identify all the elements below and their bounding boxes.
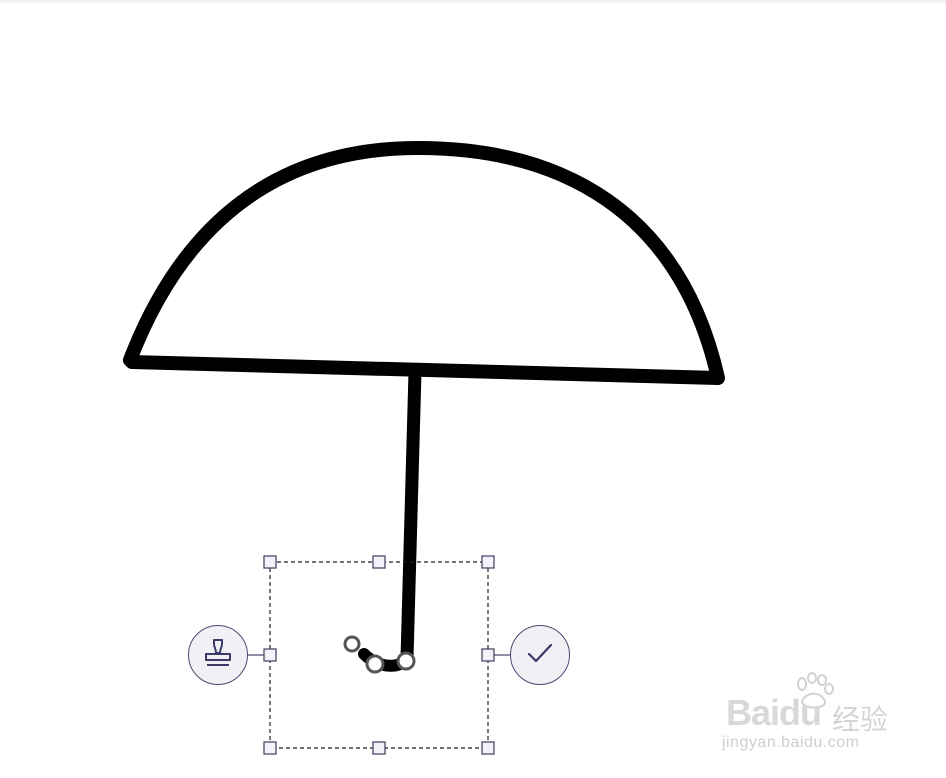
stamp-button[interactable] — [188, 625, 248, 685]
resize-handle-left[interactable] — [263, 648, 277, 662]
resize-handle-bottom-left[interactable] — [263, 741, 277, 755]
resize-handle-bottom[interactable] — [372, 741, 386, 755]
resize-handle-bottom-right[interactable] — [481, 741, 495, 755]
umbrella-shaft — [400, 371, 422, 659]
resize-handle-top[interactable] — [372, 555, 386, 569]
resize-handle-top-left[interactable] — [263, 555, 277, 569]
umbrella-canopy — [123, 141, 725, 385]
confirm-button[interactable] — [510, 625, 570, 685]
selection-box[interactable] — [269, 561, 489, 749]
resize-handle-top-right[interactable] — [481, 555, 495, 569]
curve-control-point[interactable] — [343, 635, 361, 653]
curve-control-point[interactable] — [365, 654, 385, 674]
curve-control-point[interactable] — [396, 651, 416, 671]
checkmark-icon — [524, 637, 556, 673]
stamp-icon — [201, 636, 235, 674]
drawing-canvas[interactable] — [0, 0, 946, 778]
resize-handle-right[interactable] — [481, 648, 495, 662]
